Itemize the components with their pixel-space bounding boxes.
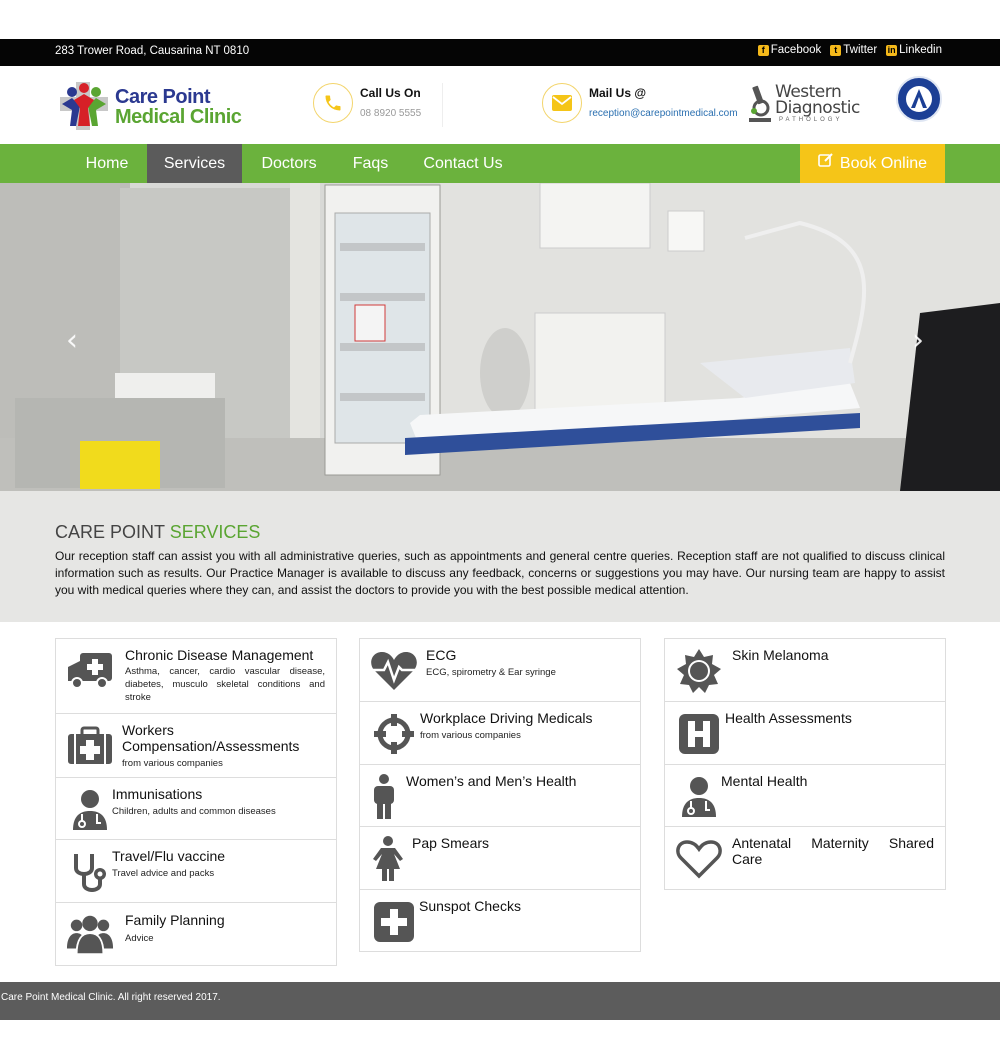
mail-us-block[interactable]: Mail Us @ reception@carepointmedical.com [542, 83, 738, 127]
service-desc: Travel advice and packs [112, 868, 215, 879]
address-text: 283 Trower Road, Causarina NT 0810 [55, 45, 250, 57]
service-title: Family Planning [125, 912, 225, 928]
services-column-2: ECG ECG, spirometry & Ear syringe Workpl… [359, 638, 641, 952]
service-desc: ECG, spirometry & Ear syringe [426, 667, 556, 678]
site-footer: Care Point Medical Clinic. All right res… [0, 982, 1000, 1020]
service-desc: Advice [125, 933, 154, 944]
service-card[interactable]: Workers Compensation/Assessments from va… [56, 714, 336, 778]
crosshair-icon [370, 710, 418, 758]
service-desc: Children, adults and common diseases [112, 806, 276, 817]
logo-line-2: Medical Clinic [115, 106, 242, 128]
service-card[interactable]: Immunisations Children, adults and commo… [56, 778, 336, 840]
facebook-link[interactable]: f Facebook [757, 44, 821, 56]
nav-doctors[interactable]: Doctors [245, 144, 333, 183]
services-intro: CARE POINT SERVICES Our reception staff … [0, 491, 1000, 622]
social-links: f Facebook t Twitter in Linkedin [757, 44, 942, 56]
service-card[interactable]: Sunspot Checks [360, 890, 640, 951]
service-desc: from various companies [122, 758, 223, 769]
services-column-3: Skin Melanoma Health Assessments Mental … [664, 638, 946, 890]
phone-icon [313, 83, 353, 123]
phone-number: 08 8920 5555 [360, 108, 422, 119]
services-heading: CARE POINT SERVICES [55, 522, 261, 542]
call-label: Call Us On [360, 86, 421, 100]
service-card[interactable]: Antenatal Maternity Shared Care [665, 827, 945, 889]
partner-line-2: Diagnostic [775, 98, 860, 118]
service-title: Health Assessments [725, 710, 852, 726]
site-header: Care Point Medical Clinic Call Us On 08 … [0, 66, 1000, 144]
service-title: Workplace Driving Medicals [420, 710, 593, 726]
nav-contact-us[interactable]: Contact Us [410, 144, 516, 183]
female-icon [364, 835, 412, 883]
doctor-icon [66, 786, 114, 834]
service-card[interactable]: Women’s and Men’s Health [360, 765, 640, 827]
services-description: Our reception staff can assist you with … [55, 549, 945, 597]
linkedin-link[interactable]: in Linkedin [886, 44, 942, 56]
service-card[interactable]: Chronic Disease Management Asthma, cance… [56, 639, 336, 714]
slider-prev-button[interactable]: ‹ [66, 323, 78, 358]
service-title: Skin Melanoma [732, 647, 829, 663]
main-nav: Home Services Doctors Faqs Contact Us Bo… [0, 144, 1000, 183]
mail-label: Mail Us @ [589, 86, 647, 100]
edit-icon [818, 144, 834, 183]
service-title: Antenatal Maternity Shared Care [732, 835, 934, 867]
service-title: ECG [426, 647, 457, 663]
service-card[interactable]: Mental Health [665, 765, 945, 827]
stethoscope-icon [66, 848, 114, 896]
service-title: Chronic Disease Management [125, 647, 314, 663]
slider-next-button[interactable]: › [912, 323, 924, 358]
family-icon [66, 911, 114, 959]
copyright-text: Care Point Medical Clinic. All right res… [1, 992, 221, 1003]
envelope-icon [542, 83, 582, 123]
service-title: Immunisations [112, 786, 203, 802]
service-card[interactable]: Skin Melanoma [665, 639, 945, 702]
nav-faqs[interactable]: Faqs [338, 144, 403, 183]
sun-icon [675, 647, 723, 695]
facebook-icon: f [757, 44, 769, 56]
male-icon [360, 773, 408, 821]
plus-square-icon [370, 898, 418, 946]
service-desc: Asthma, cancer, cardio vascular disease,… [125, 666, 325, 703]
nav-home[interactable]: Home [70, 144, 144, 183]
medical-kit-icon [66, 722, 114, 770]
service-card[interactable]: Pap Smears [360, 827, 640, 890]
heart-icon [675, 835, 723, 883]
ambulance-icon [66, 647, 114, 695]
email-address[interactable]: reception@carepointmedical.com [589, 108, 738, 119]
service-card[interactable]: Workplace Driving Medicals from various … [360, 702, 640, 765]
hospital-icon [675, 710, 723, 758]
twitter-icon: t [830, 44, 842, 56]
service-title: Workers Compensation/Assessments [122, 722, 300, 754]
service-card[interactable]: Family Planning Advice [56, 903, 336, 965]
site-logo[interactable]: Care Point Medical Clinic [58, 80, 248, 132]
hero-slider: ‹ › [0, 183, 1000, 491]
agpal-badge-icon [896, 76, 942, 122]
service-title: Women’s and Men’s Health [406, 773, 577, 789]
service-title: Pap Smears [412, 835, 490, 851]
linkedin-icon: in [886, 44, 898, 56]
doctor-icon [675, 773, 723, 821]
service-card[interactable]: ECG ECG, spirometry & Ear syringe [360, 639, 640, 702]
twitter-link[interactable]: t Twitter [830, 44, 877, 56]
logo-figures-icon [60, 82, 108, 130]
book-online-label: Book Online [839, 155, 928, 172]
hero-image [0, 183, 1000, 491]
book-online-button[interactable]: Book Online [800, 144, 945, 183]
service-title: Travel/Flu vaccine [112, 848, 226, 864]
call-us-block[interactable]: Call Us On 08 8920 5555 [313, 83, 443, 127]
heartbeat-icon [370, 647, 418, 695]
western-diagnostic-logo[interactable]: Western Diagnostic PATHOLOGY [745, 82, 867, 126]
service-card[interactable]: Health Assessments [665, 702, 945, 765]
service-title: Sunspot Checks [419, 898, 521, 914]
service-title: Mental Health [721, 773, 808, 789]
services-column-1: Chronic Disease Management Asthma, cance… [55, 638, 337, 966]
service-desc: from various companies [420, 730, 521, 741]
service-card[interactable]: Travel/Flu vaccine Travel advice and pac… [56, 840, 336, 903]
nav-services[interactable]: Services [147, 144, 242, 183]
partner-line-3: PATHOLOGY [779, 117, 843, 123]
top-bar: 283 Trower Road, Causarina NT 0810 f Face… [0, 39, 1000, 66]
microscope-icon [749, 85, 771, 122]
